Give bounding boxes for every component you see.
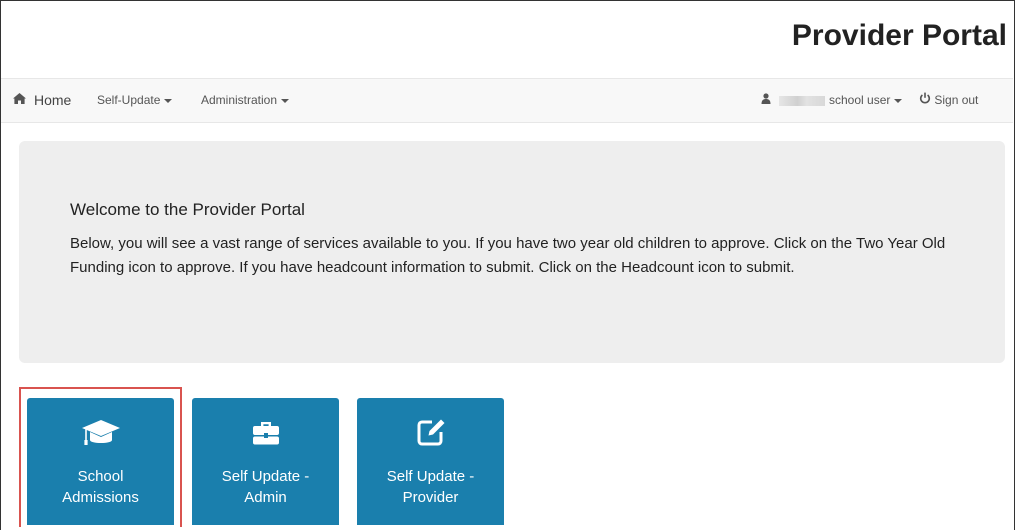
page-header: Provider Portal (1, 1, 1013, 77)
nav-self-update-label: Self-Update (97, 93, 161, 107)
self-update-admin-tile[interactable]: Self Update - Admin (192, 398, 339, 525)
welcome-panel: Welcome to the Provider Portal Below, yo… (19, 141, 1005, 363)
nav-user-dropdown[interactable]: school user (761, 79, 903, 122)
graduation-cap-icon (27, 416, 174, 448)
nav-home-label: Home (34, 92, 72, 108)
chevron-down-icon (894, 98, 903, 103)
nav-administration-label: Administration (201, 93, 278, 107)
welcome-body: Below, you will see a vast range of serv… (70, 235, 946, 276)
briefcase-icon (192, 416, 339, 448)
nav-sign-out-label: Sign out (934, 93, 979, 107)
tile-label: Self Update - Provider (386, 468, 475, 506)
nav-user-label: school user (829, 93, 891, 107)
power-icon (919, 79, 931, 122)
redacted-username (779, 95, 825, 106)
tile-label: School Admissions (62, 468, 139, 506)
tile-label: Self Update - Admin (221, 468, 310, 506)
nav-home-link[interactable]: Home (12, 79, 71, 122)
self-update-provider-tile[interactable]: Self Update - Provider (357, 398, 504, 525)
nav-administration-dropdown[interactable]: Administration (201, 79, 290, 122)
top-navbar: Home Self-Update Administration school u… (1, 78, 1013, 123)
person-icon (761, 79, 771, 122)
school-admissions-tile[interactable]: School Admissions (27, 398, 174, 525)
nav-self-update-dropdown[interactable]: Self-Update (97, 79, 173, 122)
home-icon (12, 79, 28, 122)
welcome-title: Welcome to the Provider Portal (70, 200, 305, 219)
chevron-down-icon (164, 98, 173, 103)
nav-sign-out-link[interactable]: Sign out (919, 79, 978, 122)
page-title: Provider Portal (791, 19, 1007, 52)
chevron-down-icon (281, 98, 290, 103)
edit-icon (357, 416, 504, 448)
